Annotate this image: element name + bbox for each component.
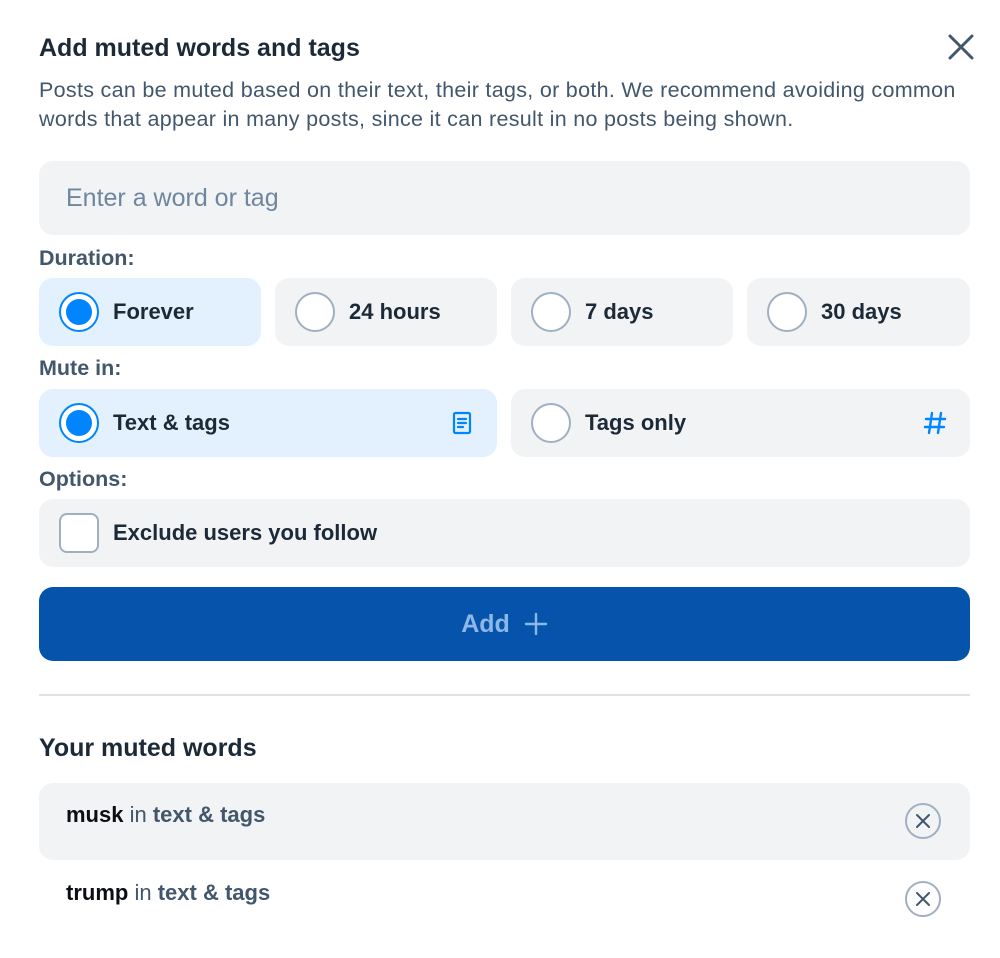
- muted-word-text: musk in text & tags: [66, 802, 265, 828]
- options-label: Options:: [39, 467, 128, 491]
- remove-muted-word-button[interactable]: [905, 803, 941, 839]
- mute-in-option-text-and-tags[interactable]: Text & tags: [39, 389, 497, 457]
- dialog-title: Add muted words and tags: [39, 34, 360, 62]
- plus-icon: [524, 612, 547, 636]
- option-label: Text & tags: [113, 410, 230, 435]
- document-icon: [449, 410, 475, 436]
- duration-option-forever[interactable]: Forever: [39, 278, 261, 346]
- muted-word-row: trump in text & tags: [39, 861, 970, 938]
- option-label: Tags only: [585, 410, 687, 435]
- muted-word: trump: [66, 880, 129, 905]
- radio-icon: [59, 292, 99, 332]
- divider: [39, 694, 970, 696]
- muted-word-connector: in: [129, 802, 147, 827]
- option-label: 24 hours: [349, 299, 441, 324]
- muted-word: musk: [66, 802, 124, 827]
- radio-icon: [531, 292, 571, 332]
- radio-icon: [295, 292, 335, 332]
- muted-word-connector: in: [134, 880, 152, 905]
- word-input[interactable]: [39, 161, 970, 235]
- checkbox[interactable]: [59, 513, 99, 553]
- add-button[interactable]: Add: [39, 587, 970, 661]
- muted-words-title: Your muted words: [39, 734, 257, 762]
- radio-icon: [59, 403, 99, 443]
- duration-label: Duration:: [39, 246, 135, 270]
- mute-in-label: Mute in:: [39, 356, 122, 380]
- dialog-description: Posts can be muted based on their text, …: [39, 78, 956, 131]
- option-label: 30 days: [821, 299, 902, 324]
- radio-icon: [767, 292, 807, 332]
- muted-word-row: musk in text & tags: [39, 783, 970, 860]
- muted-word-scope: text & tags: [152, 802, 266, 827]
- option-label: Exclude users you follow: [113, 520, 378, 545]
- duration-option-30-days[interactable]: 30 days: [747, 278, 970, 346]
- mute-in-option-tags-only[interactable]: Tags only: [511, 389, 970, 457]
- option-label: Forever: [113, 299, 194, 324]
- close-icon: [916, 814, 930, 828]
- duration-option-24-hours[interactable]: 24 hours: [275, 278, 497, 346]
- option-label: 7 days: [585, 299, 654, 324]
- exclude-following-option[interactable]: Exclude users you follow: [39, 499, 970, 567]
- mute-words-dialog: Add muted words and tags Posts can be mu…: [0, 0, 1000, 958]
- hashtag-icon: [922, 410, 948, 436]
- muted-word-scope: text & tags: [157, 880, 271, 905]
- duration-option-7-days[interactable]: 7 days: [511, 278, 733, 346]
- muted-word-text: trump in text & tags: [66, 880, 270, 906]
- radio-icon: [531, 403, 571, 443]
- close-button[interactable]: [944, 30, 978, 64]
- remove-muted-word-button[interactable]: [905, 881, 941, 917]
- close-icon: [948, 34, 974, 60]
- add-button-label: Add: [461, 609, 510, 638]
- close-icon: [916, 892, 930, 906]
